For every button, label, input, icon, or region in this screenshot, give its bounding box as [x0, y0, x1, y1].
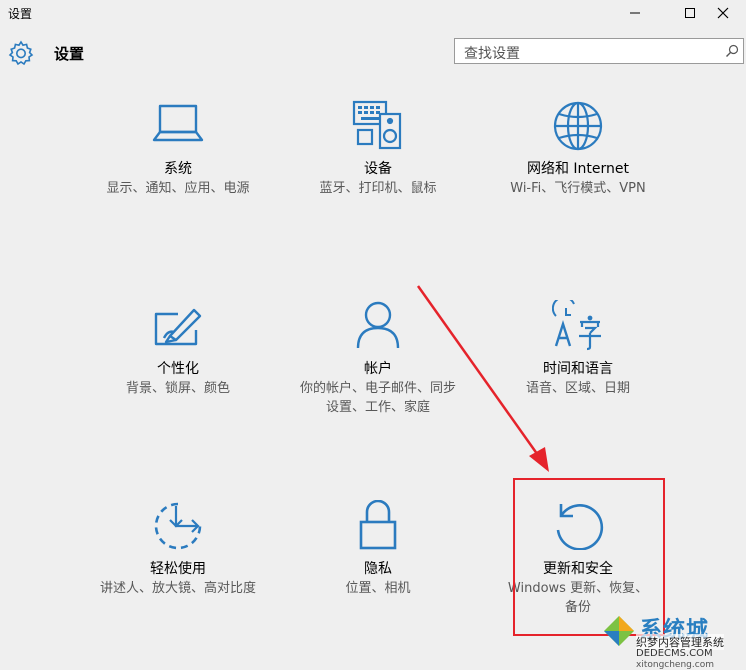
tile-description: Wi-Fi、飞行模式、VPN — [510, 181, 646, 196]
watermark-line2: DEDECMS.COM — [636, 648, 713, 659]
tile-description: 蓝牙、打印机、鼠标 — [319, 181, 437, 196]
minimize-button[interactable] — [612, 0, 658, 26]
time-language-icon — [552, 300, 604, 352]
search-placeholder: 查找设置 — [464, 46, 520, 62]
search-input[interactable]: 查找设置 — [454, 38, 744, 64]
tile-label: 系统 — [164, 161, 192, 177]
user-icon — [352, 300, 404, 350]
tile-description: 你的帐户、电子邮件、同步设置、工作、家庭 — [299, 381, 456, 415]
personalization-icon — [152, 300, 204, 350]
tile-label: 帐户 — [364, 361, 392, 377]
title-bar: 设置 — [0, 0, 746, 26]
tile-update-security[interactable]: 更新和安全 Windows 更新、恢复、备份 — [478, 500, 678, 620]
tile-description: 语音、区域、日期 — [525, 381, 630, 396]
tile-label: 轻松使用 — [150, 561, 206, 577]
gear-icon — [8, 40, 34, 70]
maximize-icon — [685, 8, 695, 18]
tile-devices[interactable]: 设备 蓝牙、打印机、鼠标 — [278, 100, 478, 220]
tile-personalization[interactable]: 个性化 背景、锁屏、颜色 — [78, 300, 278, 410]
tile-ease-of-access[interactable]: 轻松使用 讲述人、放大镜、高对比度 — [78, 500, 278, 620]
search-icon[interactable] — [725, 44, 739, 58]
watermark-logo-icon — [604, 616, 634, 646]
tile-description: 位置、相机 — [345, 581, 411, 596]
tile-network[interactable]: 网络和 Internet Wi-Fi、飞行模式、VPN — [478, 100, 678, 220]
tile-label: 更新和安全 — [543, 561, 613, 577]
close-icon — [717, 7, 729, 19]
close-button[interactable] — [700, 0, 746, 26]
minimize-icon — [630, 12, 640, 14]
watermark: 系统城 织梦内容管理系统 DEDECMS.COM xitongcheng.com — [600, 610, 746, 670]
tile-description: 讲述人、放大镜、高对比度 — [100, 581, 257, 596]
ease-of-access-icon — [152, 500, 204, 550]
tile-description: 背景、锁屏、颜色 — [125, 381, 230, 396]
settings-header: 设置 查找设置 — [0, 30, 746, 76]
page-title: 设置 — [54, 45, 85, 63]
tile-label: 时间和语言 — [543, 361, 613, 377]
tile-privacy[interactable]: 隐私 位置、相机 — [278, 500, 478, 610]
tile-time-language[interactable]: 时间和语言 语音、区域、日期 — [478, 300, 678, 410]
update-icon — [552, 500, 604, 550]
window-title: 设置 — [8, 7, 33, 21]
tile-label: 设备 — [364, 161, 392, 177]
tile-accounts[interactable]: 帐户 你的帐户、电子邮件、同步设置、工作、家庭 — [278, 300, 478, 420]
laptop-icon — [152, 100, 204, 146]
watermark-line3: xitongcheng.com — [636, 660, 714, 670]
tile-label: 隐私 — [364, 561, 392, 577]
tile-label: 个性化 — [157, 361, 199, 377]
lock-icon — [356, 500, 400, 550]
tile-description: 显示、通知、应用、电源 — [106, 181, 250, 196]
globe-icon — [552, 100, 604, 152]
devices-icon — [352, 100, 404, 152]
tile-label: 网络和 Internet — [526, 161, 630, 177]
tile-system[interactable]: 系统 显示、通知、应用、电源 — [78, 100, 278, 220]
